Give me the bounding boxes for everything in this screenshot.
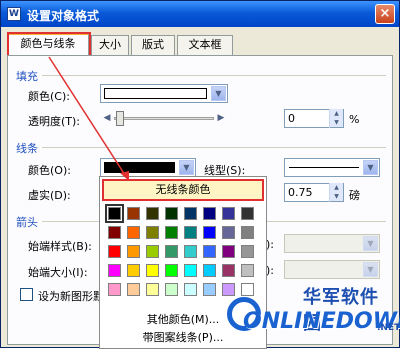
tab-layout[interactable]: 版式 — [131, 35, 175, 55]
transparency-spinner[interactable]: ▲ ▼ — [329, 109, 343, 128]
chevron-down-icon[interactable]: ▼ — [211, 86, 226, 101]
default-checkbox-label: 设为新图形默 — [38, 290, 104, 303]
color-swatch[interactable] — [222, 245, 235, 258]
color-swatch[interactable] — [222, 207, 235, 220]
color-swatch[interactable] — [241, 245, 254, 258]
format-object-dialog: W 设置对象格式 × 颜色与线条 大小 版式 文本框 填充 颜色(C): ▼ 透… — [0, 0, 400, 349]
color-swatch[interactable] — [203, 264, 216, 277]
spin-down-icon[interactable]: ▼ — [330, 192, 343, 201]
color-swatch[interactable] — [165, 226, 178, 239]
watermark-net-text: .NET — [377, 323, 400, 333]
color-swatch[interactable] — [165, 245, 178, 258]
color-swatch[interactable] — [165, 283, 178, 296]
fill-group-title: 填充 — [16, 70, 38, 83]
begin-style-label: 始端样式(B): — [28, 240, 92, 253]
transparency-slider[interactable]: ◀ ▶ — [100, 109, 228, 128]
color-swatch[interactable] — [184, 264, 197, 277]
color-swatch[interactable] — [108, 264, 121, 277]
color-swatch[interactable] — [241, 264, 254, 277]
color-swatch[interactable] — [165, 207, 178, 220]
dash-label: 虚实(D): — [28, 189, 71, 202]
color-swatch[interactable] — [203, 207, 216, 220]
right-arrow-icon[interactable]: ▶ — [214, 111, 228, 126]
fill-color-swatch — [104, 88, 207, 99]
color-swatch[interactable] — [222, 226, 235, 239]
app-icon: W — [7, 7, 21, 21]
spin-down-icon[interactable]: ▼ — [330, 118, 343, 127]
tab-size[interactable]: 大小 — [91, 35, 129, 55]
slider-thumb[interactable] — [116, 111, 124, 126]
fill-group-divider — [42, 75, 386, 76]
color-swatch[interactable] — [241, 207, 254, 220]
end-size-dropdown[interactable]: ▼ — [284, 260, 380, 279]
color-swatch[interactable] — [165, 264, 178, 277]
line-group-title: 线条 — [16, 142, 38, 155]
color-swatch[interactable] — [127, 264, 140, 277]
color-swatch[interactable] — [241, 226, 254, 239]
color-swatch[interactable] — [108, 245, 121, 258]
color-swatch[interactable] — [222, 264, 235, 277]
no-line-color-option[interactable]: 无线条颜色 — [102, 179, 264, 201]
color-swatch[interactable] — [105, 204, 124, 223]
transparency-label: 透明度(T): — [28, 115, 81, 128]
line-color-swatch — [104, 162, 175, 173]
spin-up-icon[interactable]: ▲ — [330, 109, 343, 118]
line-weight-spinner[interactable]: ▲ ▼ — [329, 183, 343, 202]
color-swatch[interactable] — [184, 207, 197, 220]
chevron-down-icon[interactable]: ▼ — [363, 262, 378, 277]
color-swatch[interactable] — [146, 226, 159, 239]
color-swatch[interactable] — [146, 283, 159, 296]
spin-up-icon[interactable]: ▲ — [330, 183, 343, 192]
end-size-label: ): — [266, 264, 274, 277]
color-swatch[interactable] — [146, 207, 159, 220]
tab-text-box[interactable]: 文本框 — [177, 35, 233, 55]
color-swatch[interactable] — [184, 226, 197, 239]
fill-color-dropdown[interactable]: ▼ — [100, 84, 228, 103]
color-swatch[interactable] — [184, 245, 197, 258]
fill-color-label: 颜色(C): — [28, 90, 70, 103]
color-swatch[interactable] — [127, 283, 140, 296]
arrows-group-title: 箭头 — [16, 216, 38, 229]
line-group-divider — [42, 147, 386, 148]
transparency-unit: % — [349, 113, 360, 126]
title-bar[interactable]: W 设置对象格式 × — [1, 1, 399, 27]
color-swatch[interactable] — [127, 245, 140, 258]
line-color-label: 颜色(O): — [28, 164, 71, 177]
color-swatch[interactable] — [146, 245, 159, 258]
line-style-preview — [289, 167, 359, 168]
chevron-down-icon[interactable]: ▼ — [363, 160, 378, 175]
color-swatch[interactable] — [108, 226, 121, 239]
site-watermark: 华军软件园 ONLINEDOWN .NET — [227, 283, 400, 345]
color-swatch[interactable] — [184, 283, 197, 296]
color-swatch[interactable] — [203, 283, 216, 296]
line-weight-unit: 磅 — [349, 189, 360, 202]
color-swatch[interactable] — [203, 226, 216, 239]
color-swatch[interactable] — [127, 207, 140, 220]
color-swatch[interactable] — [108, 283, 121, 296]
chevron-down-icon[interactable]: ▼ — [363, 236, 378, 251]
tab-highlight-box — [7, 32, 91, 57]
line-style-dropdown[interactable]: ▼ — [284, 158, 380, 177]
begin-size-label: 始端大小(I): — [28, 266, 88, 279]
color-swatch[interactable] — [127, 226, 140, 239]
chevron-down-icon[interactable]: ▼ — [179, 160, 194, 175]
close-button[interactable]: × — [375, 4, 395, 24]
left-arrow-icon[interactable]: ◀ — [100, 111, 114, 126]
default-checkbox[interactable] — [20, 288, 33, 301]
color-swatch[interactable] — [203, 245, 216, 258]
slider-track — [114, 117, 214, 120]
line-color-dropdown[interactable]: ▼ — [100, 158, 196, 177]
end-style-label: ): — [266, 238, 274, 251]
dialog-title: 设置对象格式 — [27, 9, 100, 23]
color-swatch[interactable] — [146, 264, 159, 277]
end-style-dropdown[interactable]: ▼ — [284, 234, 380, 253]
